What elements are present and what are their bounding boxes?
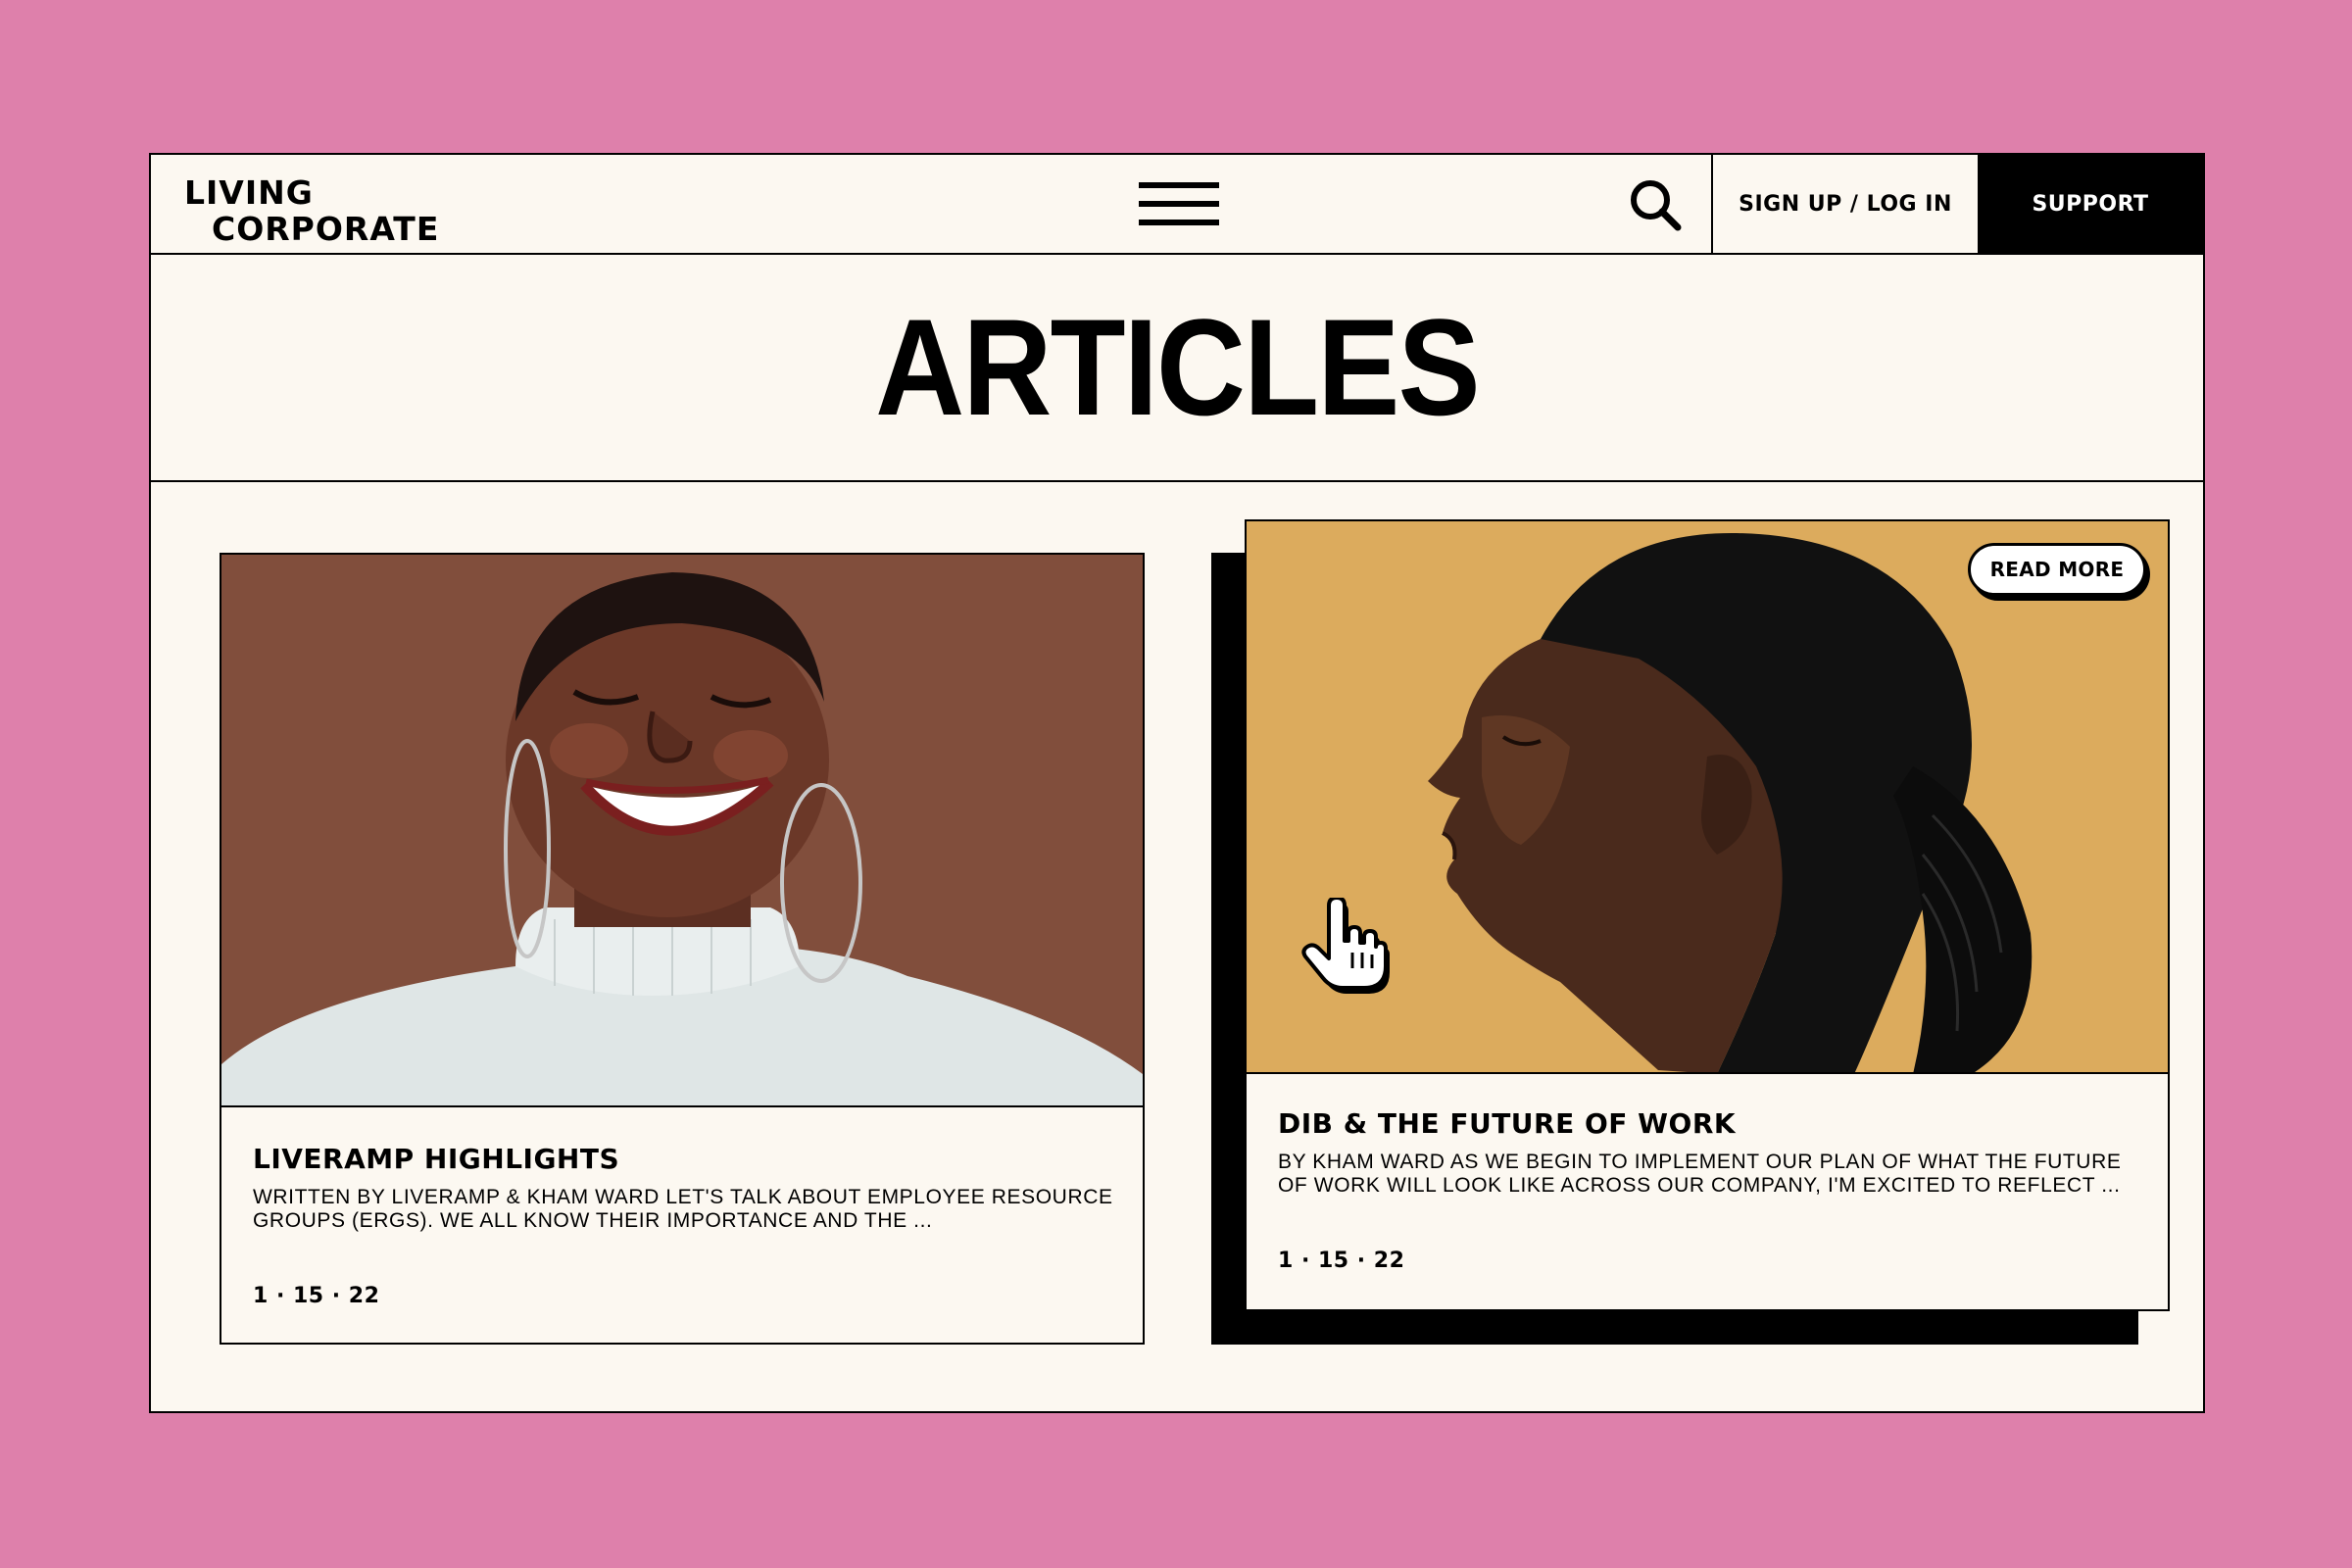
article-image-smiling-woman[interactable] <box>221 555 1143 1107</box>
article-card-dib-future-of-work[interactable]: READ MORE DIB & THE FUTURE OF WORK BY KH… <box>1245 519 2170 1311</box>
article-card-liveramp[interactable]: LIVERAMP HIGHLIGHTS WRITTEN BY LIVERAMP … <box>220 553 1145 1345</box>
logo-line-1: LIVING <box>184 173 314 212</box>
hamburger-menu-icon[interactable] <box>1139 174 1219 233</box>
article-excerpt: BY KHAM WARD AS WE BEGIN TO IMPLEMENT OU… <box>1278 1151 2122 1197</box>
title-band: ARTICLES <box>151 255 2203 482</box>
article-title[interactable]: DIB & THE FUTURE OF WORK <box>1278 1107 1736 1140</box>
sign-up-log-in-button[interactable]: SIGN UP / LOG IN <box>1711 155 1978 253</box>
hamburger-bar <box>1139 182 1219 188</box>
support-button[interactable]: SUPPORT <box>1978 155 2203 253</box>
article-image-profile-woman[interactable]: READ MORE <box>1247 521 2168 1074</box>
site-logo[interactable]: LIVING CORPORATE <box>184 174 439 247</box>
site-frame: LIVING CORPORATE SIGN UP / LOG IN SUPPOR… <box>149 153 2205 1413</box>
article-date: 1 · 15 · 22 <box>253 1284 380 1308</box>
logo-line-2: CORPORATE <box>212 210 440 248</box>
read-more-button[interactable]: READ MORE <box>1968 543 2146 596</box>
article-excerpt: WRITTEN BY LIVERAMP & KHAM WARD LET'S TA… <box>253 1186 1113 1232</box>
page-title: ARTICLES <box>875 290 1480 444</box>
search-icon[interactable] <box>1625 174 1688 237</box>
article-date: 1 · 15 · 22 <box>1278 1249 1405 1273</box>
hamburger-bar <box>1139 201 1219 207</box>
site-header: LIVING CORPORATE SIGN UP / LOG IN SUPPOR… <box>151 155 2203 255</box>
hand-pointer-icon <box>1299 896 1394 1000</box>
hamburger-bar <box>1139 220 1219 225</box>
article-title[interactable]: LIVERAMP HIGHLIGHTS <box>253 1143 619 1175</box>
